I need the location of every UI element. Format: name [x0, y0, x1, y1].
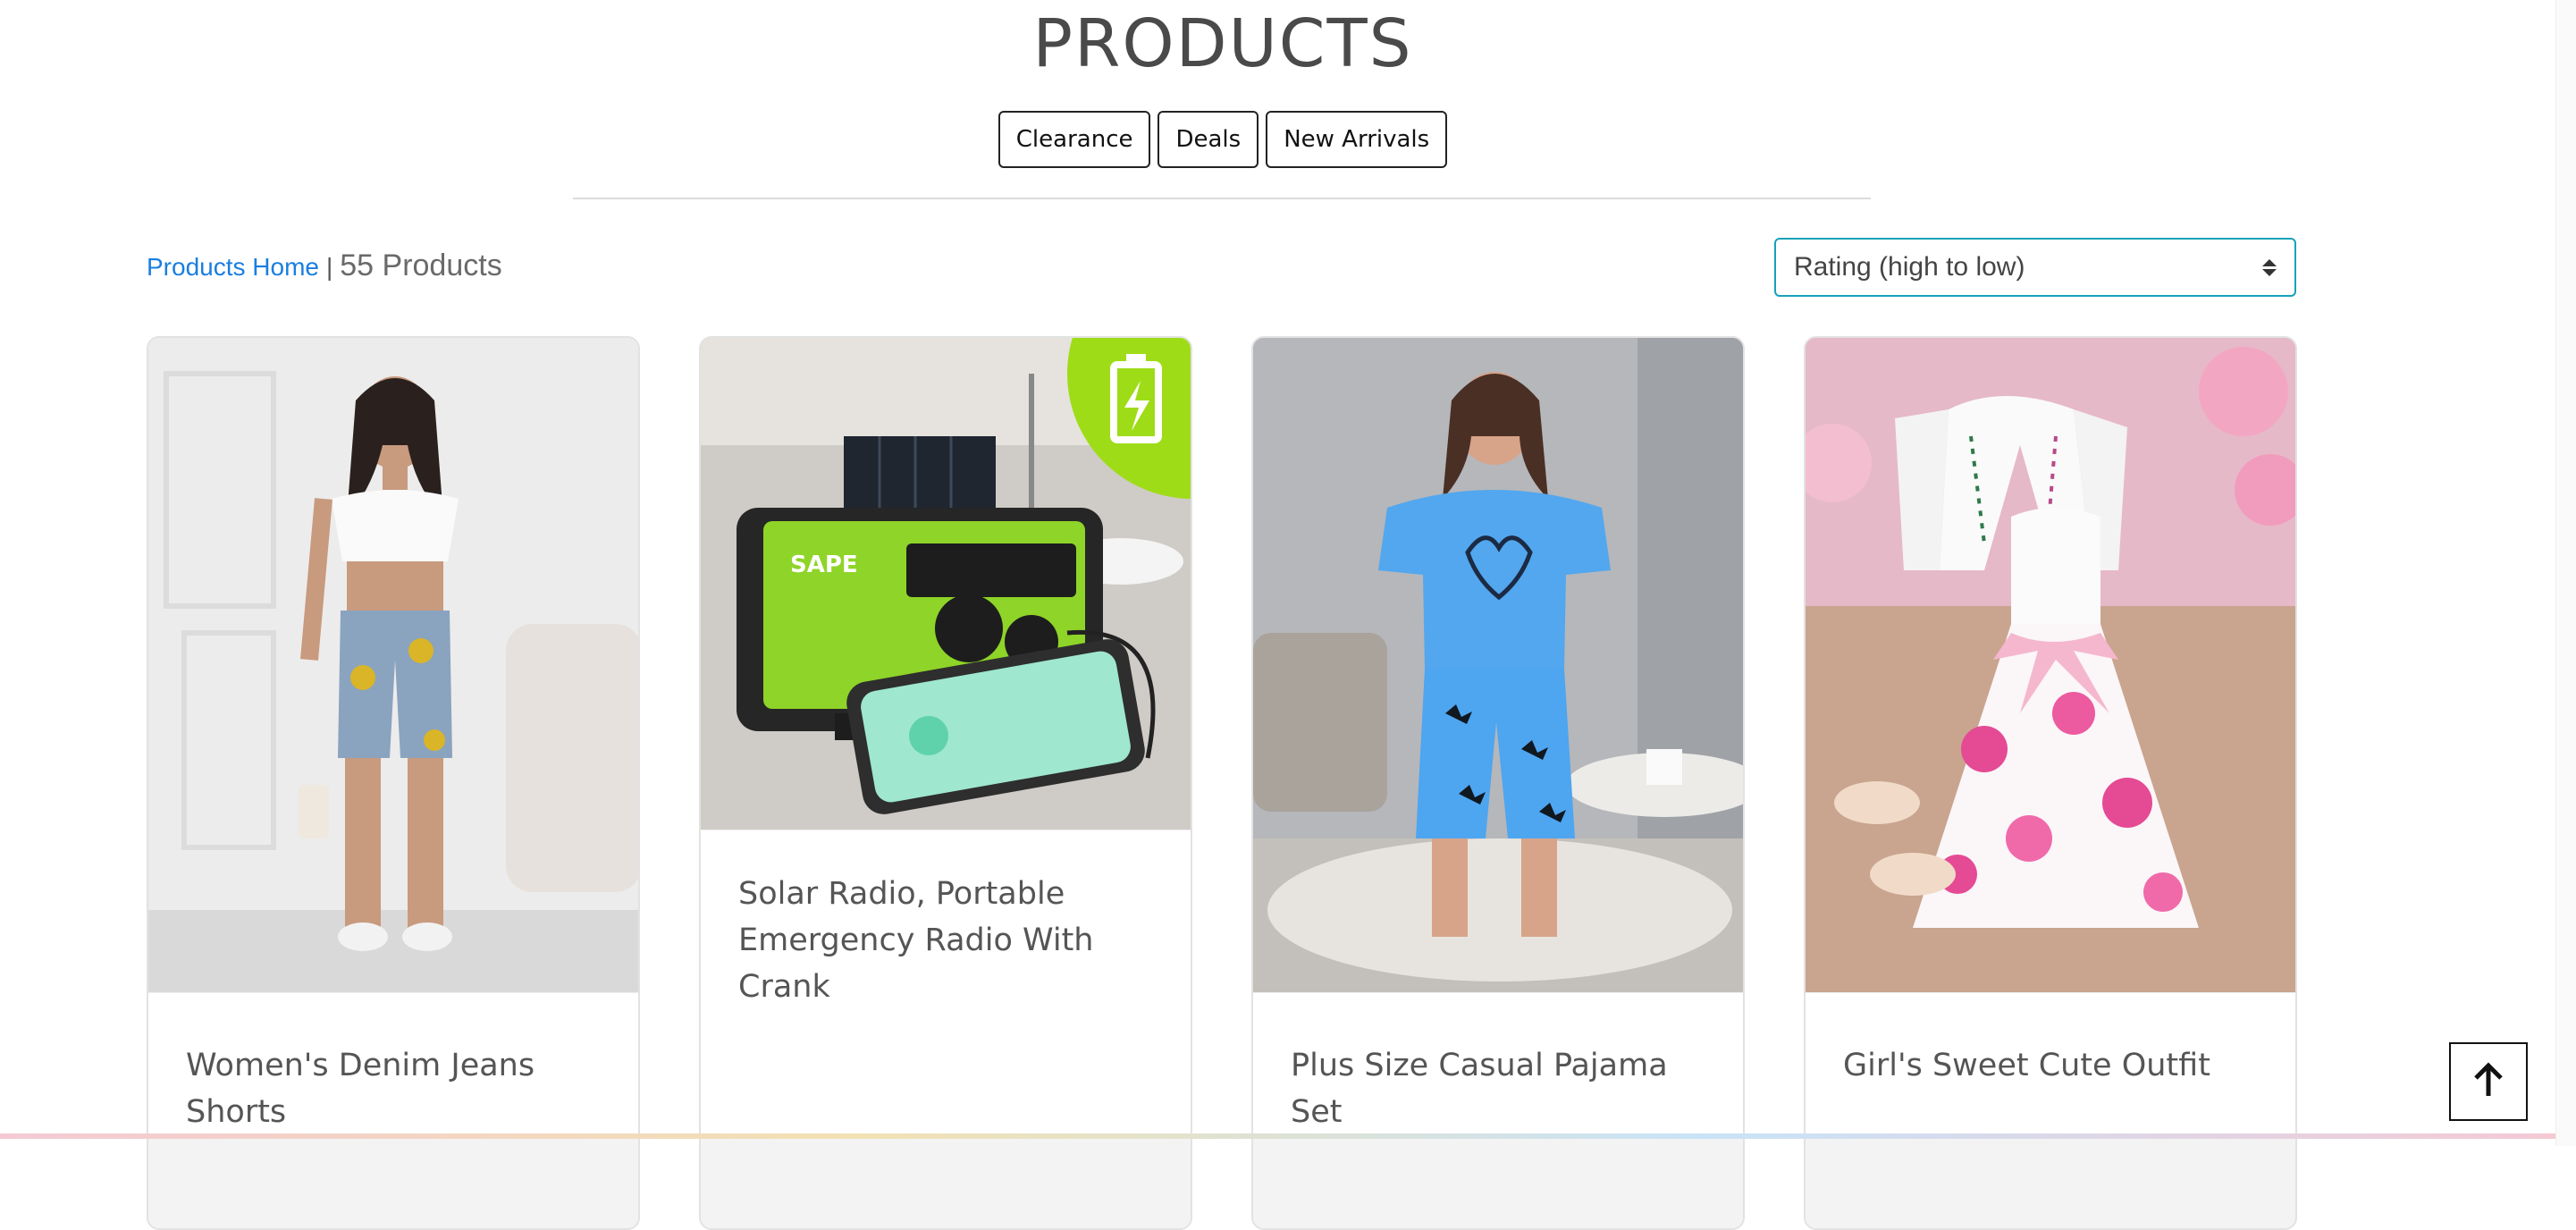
deals-button[interactable]: Deals — [1158, 111, 1259, 168]
arrow-up-icon — [2471, 1060, 2506, 1104]
product-card[interactable]: Girl's Sweet Cute Outfit — [1804, 336, 2297, 1230]
page-title: PRODUCTS — [1032, 5, 1413, 82]
breadcrumb: Products Home | 55 Products — [147, 249, 502, 283]
product-count: 55 Products — [340, 249, 502, 282]
breadcrumb-separator: | — [325, 253, 333, 281]
price-bar — [1806, 1133, 2295, 1228]
product-title[interactable]: Plus Size Casual Pajama Set — [1291, 1042, 1716, 1135]
clearance-button[interactable]: Clearance — [998, 111, 1151, 168]
blue-butterfly-pajama-photo[interactable] — [1253, 338, 1743, 993]
price-bar — [701, 1133, 1191, 1228]
vertical-scrollbar[interactable] — [2555, 0, 2576, 1146]
svg-text:SAPE: SAPE — [790, 552, 858, 578]
product-card[interactable]: SAPE Solar Radio, Portable Emergency Rad… — [699, 336, 1192, 1230]
filter-buttons: Clearance Deals New Arrivals — [0, 111, 2446, 168]
green-solar-radio-photo[interactable]: SAPE — [701, 338, 1191, 830]
header-divider — [573, 198, 1871, 199]
sort-arrows-icon — [2262, 258, 2277, 276]
product-title[interactable]: Solar Radio, Portable Emergency Radio Wi… — [738, 871, 1164, 1010]
sort-selected-value: Rating (high to low) — [1794, 252, 2025, 282]
product-title[interactable]: Women's Denim Jeans Shorts — [186, 1042, 611, 1135]
products-home-link[interactable]: Products Home — [147, 253, 319, 282]
product-title[interactable]: Girl's Sweet Cute Outfit — [1843, 1042, 2269, 1089]
bottom-color-strip — [0, 1133, 2556, 1139]
price-bar — [148, 1133, 638, 1228]
girls-floral-dress-photo[interactable] — [1806, 338, 2295, 993]
product-card[interactable]: Women's Denim Jeans Shorts — [147, 336, 640, 1230]
product-card[interactable]: Plus Size Casual Pajama Set — [1251, 336, 1745, 1230]
scroll-to-top-button[interactable] — [2449, 1042, 2528, 1121]
price-bar — [1253, 1133, 1743, 1228]
woman-denim-shorts-photo[interactable] — [148, 338, 638, 993]
product-grid: Women's Denim Jeans Shorts SAPE Solar Ra… — [147, 336, 2297, 1230]
sort-select[interactable]: Rating (high to low) — [1774, 238, 2296, 297]
new-arrivals-button[interactable]: New Arrivals — [1266, 111, 1448, 168]
